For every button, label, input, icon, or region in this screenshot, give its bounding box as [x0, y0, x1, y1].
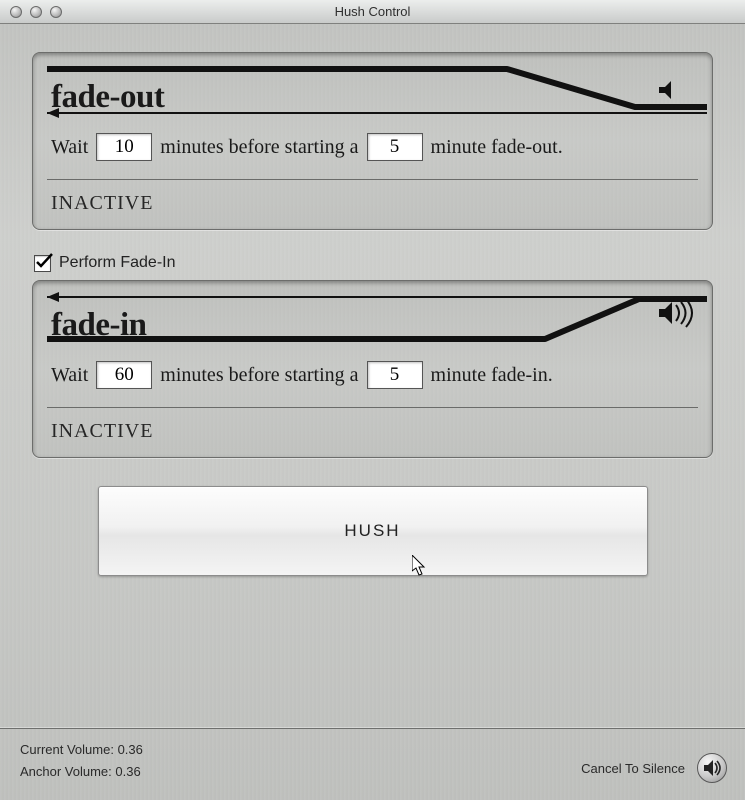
cancel-to-silence-button[interactable]	[697, 753, 727, 783]
fade-out-panel: fade-out Wait minutes before starting a …	[32, 52, 713, 230]
text-wait: Wait	[51, 136, 88, 159]
fade-in-wait-input[interactable]	[96, 361, 152, 389]
text-mid1: minutes before starting a	[160, 136, 358, 159]
cancel-to-silence-label: Cancel To Silence	[581, 761, 685, 776]
perform-fade-in-checkbox[interactable]	[34, 255, 51, 272]
fade-in-sentence: Wait minutes before starting a minute fa…	[47, 347, 698, 407]
text-mid2: minute fade-in.	[431, 364, 553, 387]
close-window-button[interactable]	[10, 6, 22, 18]
anchor-volume-label: Anchor Volume:	[20, 764, 112, 779]
zoom-window-button[interactable]	[50, 6, 62, 18]
fade-in-duration-input[interactable]	[367, 361, 423, 389]
minimize-window-button[interactable]	[30, 6, 42, 18]
fade-out-sentence: Wait minutes before starting a minute fa…	[47, 119, 698, 179]
fade-out-title: fade-out	[51, 79, 164, 116]
fade-in-status: INACTIVE	[47, 407, 698, 443]
text-mid2: minute fade-out.	[431, 136, 563, 159]
fade-out-status: INACTIVE	[47, 179, 698, 215]
fade-in-title: fade-in	[51, 307, 147, 344]
fade-out-wait-input[interactable]	[96, 133, 152, 161]
current-volume-value: 0.36	[118, 742, 143, 757]
text-mid1: minutes before starting a	[160, 364, 358, 387]
fade-out-duration-input[interactable]	[367, 133, 423, 161]
perform-fade-in-label: Perform Fade-In	[59, 254, 175, 272]
checkmark-icon	[35, 253, 53, 271]
hush-button[interactable]: HUSH	[98, 486, 648, 576]
titlebar: Hush Control	[0, 0, 745, 24]
current-volume-label: Current Volume:	[20, 742, 114, 757]
speaker-icon	[702, 758, 722, 778]
anchor-volume-value: 0.36	[115, 764, 140, 779]
window-title: Hush Control	[0, 4, 745, 19]
speaker-loud-icon	[659, 299, 692, 327]
fade-in-panel: fade-in Wait minutes before starting a m…	[32, 280, 713, 458]
text-wait: Wait	[51, 364, 88, 387]
footer: Current Volume: 0.36 Anchor Volume: 0.36…	[0, 728, 745, 800]
